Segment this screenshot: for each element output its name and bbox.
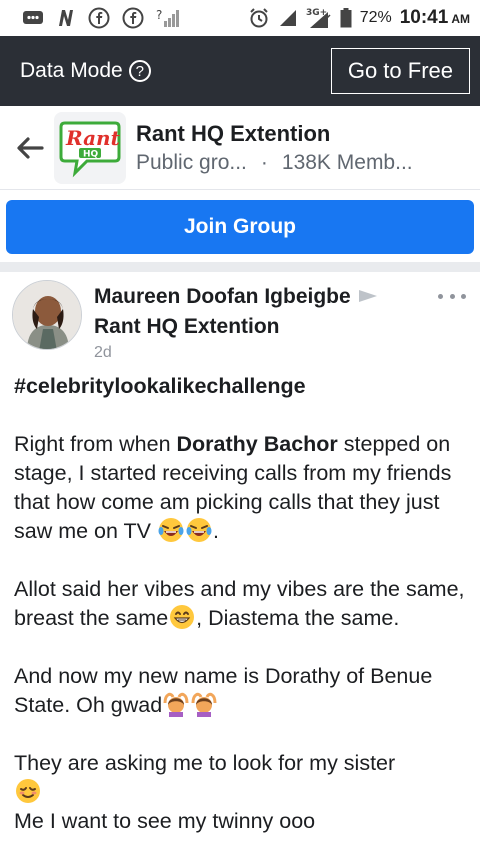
woman-gesturing-ok-emoji-icon bbox=[163, 691, 189, 717]
post-paragraph-3: And now my new name is Dorathy of Benue … bbox=[14, 664, 433, 717]
relieved-smile-emoji-icon bbox=[15, 778, 41, 804]
data-mode-bar: Data Mode ? Go to Free bbox=[0, 36, 480, 106]
post: Maureen Doofan Igbeigbe Rant HQ Extentio… bbox=[0, 272, 480, 836]
facebook-notification-icon bbox=[88, 7, 110, 29]
group-members: 138K Memb... bbox=[281, 150, 413, 174]
alarm-icon bbox=[248, 7, 270, 29]
post-timestamp[interactable]: 2d bbox=[94, 344, 466, 362]
logo-sub: HQ bbox=[83, 149, 99, 159]
meta-separator: · bbox=[260, 150, 268, 174]
news-n-icon bbox=[56, 8, 76, 28]
back-arrow-icon[interactable] bbox=[10, 128, 50, 168]
more-options-icon[interactable] bbox=[438, 286, 466, 306]
post-body: #celebritylookalikechallenge Right from … bbox=[0, 362, 480, 836]
laughing-tears-emoji-icon-2 bbox=[186, 517, 212, 543]
section-divider bbox=[0, 262, 480, 272]
svg-text:?: ? bbox=[156, 8, 162, 22]
group-header: Rant HQ Rant HQ Extention Public gro... … bbox=[0, 106, 480, 190]
messages-icon bbox=[22, 9, 44, 27]
author-avatar[interactable] bbox=[12, 280, 82, 350]
cell-signal-icon bbox=[278, 8, 298, 28]
post-paragraph-5: Me I want to see my twinny ooo bbox=[14, 809, 316, 833]
post-group-name[interactable]: Rant HQ Extention bbox=[94, 312, 466, 342]
post-paragraph-4: They are asking me to look for my sister bbox=[14, 749, 466, 807]
facebook-notification-icon-2 bbox=[122, 7, 144, 29]
battery-percent: 72% bbox=[359, 9, 392, 26]
clock: 10:41 AM bbox=[399, 7, 470, 28]
grinning-emoji-icon bbox=[169, 604, 195, 630]
woman-gesturing-ok-emoji-icon-2 bbox=[191, 691, 217, 717]
post-paragraph-2: Allot said her vibes and my vibes are th… bbox=[14, 577, 465, 630]
group-meta: Public gro... · 138K Memb... bbox=[136, 151, 470, 175]
post-author-line: Maureen Doofan Igbeigbe bbox=[94, 282, 466, 312]
hashtag-link[interactable]: #celebritylookalikechallenge bbox=[14, 374, 306, 398]
signal-unknown-icon: ? bbox=[156, 7, 180, 29]
triangle-right-icon bbox=[358, 282, 377, 312]
battery-icon bbox=[340, 8, 352, 28]
group-name[interactable]: Rant HQ Extention bbox=[136, 121, 470, 147]
join-group-button[interactable]: Join Group bbox=[6, 200, 474, 254]
group-privacy: Public gro... bbox=[136, 150, 247, 174]
network-3g-icon: 3G+ bbox=[306, 6, 332, 30]
info-icon[interactable]: ? bbox=[128, 60, 151, 82]
post-author-name[interactable]: Maureen Doofan Igbeigbe bbox=[94, 282, 351, 312]
group-logo[interactable]: Rant HQ bbox=[54, 111, 126, 184]
logo-text: Rant bbox=[65, 126, 121, 150]
post-paragraph-1: Right from when Dorathy Bachor stepped o… bbox=[14, 432, 452, 543]
go-to-free-button[interactable]: Go to Free bbox=[330, 48, 470, 94]
laughing-tears-emoji-icon bbox=[158, 517, 184, 543]
data-mode-label: Data Mode bbox=[20, 59, 123, 82]
mention-dorathy: Dorathy Bachor bbox=[176, 432, 338, 456]
status-bar: ? 3G+ 72% 10:41 AM bbox=[0, 0, 480, 36]
